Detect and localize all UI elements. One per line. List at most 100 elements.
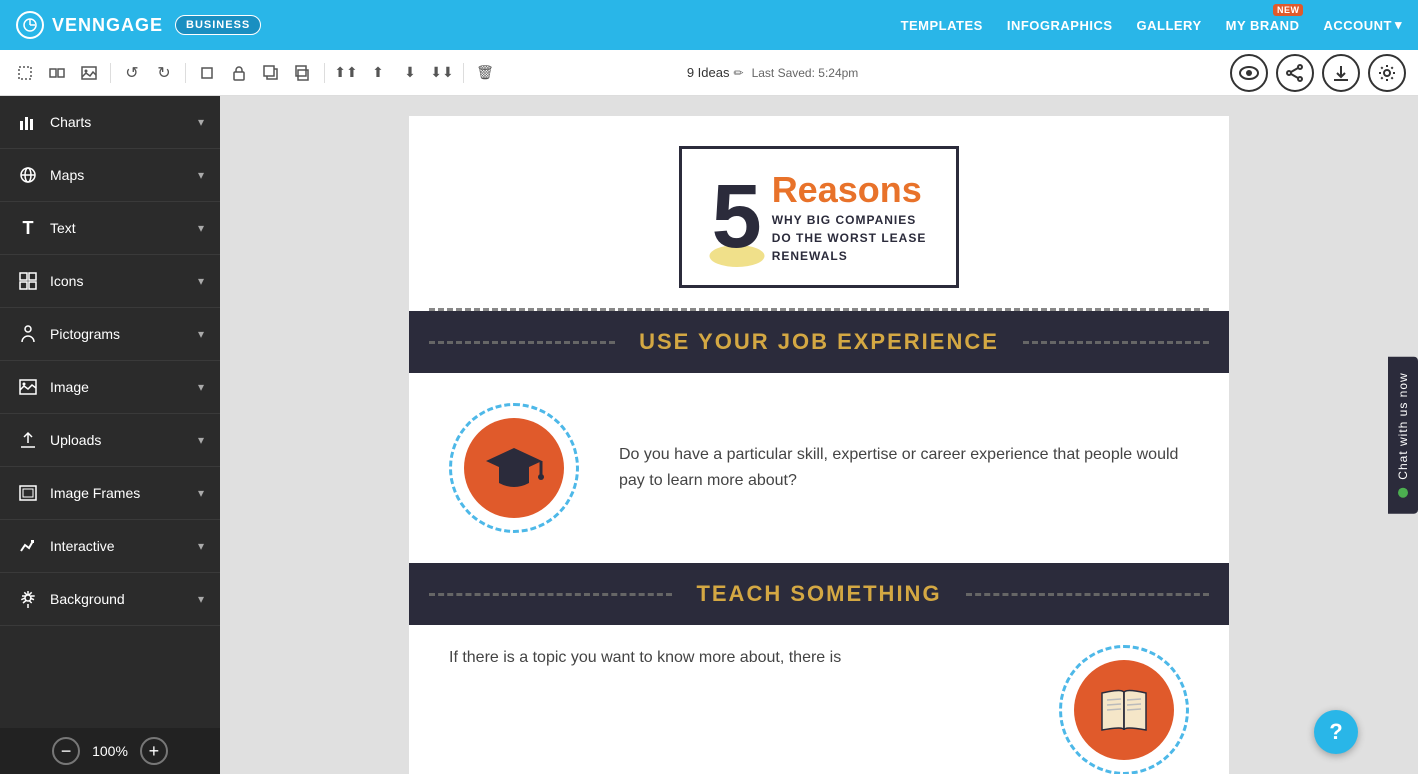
toolbar-separator3 xyxy=(324,63,325,83)
section2-text-area: If there is a topic you want to know mor… xyxy=(449,645,1019,671)
toolbar-separator xyxy=(110,63,111,83)
uploads-icon xyxy=(16,428,40,452)
lock-btn[interactable] xyxy=(226,60,252,86)
uploads-label: Uploads xyxy=(50,432,198,448)
sidebar-item-uploads[interactable]: Uploads ▾ xyxy=(0,414,220,467)
banner1-dash-left xyxy=(429,341,615,344)
business-badge[interactable]: BUSINESS xyxy=(175,15,261,35)
title-section: 5 Reasons WHY BIG COMPANIES DO THE WORST… xyxy=(409,116,1229,308)
icons-label: Icons xyxy=(50,273,198,289)
subtitle-line3: RENEWALS xyxy=(772,247,927,265)
group-btn[interactable] xyxy=(44,60,70,86)
interactive-label: Interactive xyxy=(50,538,198,554)
banner1-title: USE YOUR JOB EXPERIENCE xyxy=(615,329,1023,355)
text-label: Text xyxy=(50,220,198,236)
sidebar-item-maps[interactable]: Maps ▾ xyxy=(0,149,220,202)
delete-btn[interactable]: 🗑 xyxy=(472,60,498,86)
sidebar-item-pictograms[interactable]: Pictograms ▾ xyxy=(0,308,220,361)
background-chevron-icon: ▾ xyxy=(198,592,204,606)
settings-btn[interactable] xyxy=(1368,54,1406,92)
grad-cap-circle-inner xyxy=(464,418,564,518)
sidebar-item-icons[interactable]: Icons ▾ xyxy=(0,255,220,308)
interactive-icon xyxy=(16,534,40,558)
sidebar-item-text[interactable]: T Text ▾ xyxy=(0,202,220,255)
nav-templates[interactable]: TEMPLATES xyxy=(901,18,983,33)
chat-widget[interactable]: Chat with us now xyxy=(1388,356,1418,513)
duplicate-btn[interactable] xyxy=(258,60,284,86)
move-down-btn[interactable]: ⬇ xyxy=(397,60,423,86)
sidebar-item-image[interactable]: Image ▾ xyxy=(0,361,220,414)
chat-widget-label: Chat with us now xyxy=(1396,372,1410,479)
sidebar-wrapper: Charts ▾ Maps ▾ T Text ▾ Icons ▾ xyxy=(0,96,220,774)
toolbar-separator2 xyxy=(185,63,186,83)
sidebar: Charts ▾ Maps ▾ T Text ▾ Icons ▾ xyxy=(0,96,220,728)
canvas-scroll[interactable]: 5 Reasons WHY BIG COMPANIES DO THE WORST… xyxy=(220,96,1418,774)
banner-teach-something: TEACH SOMETHING xyxy=(409,563,1229,625)
book-icon-svg xyxy=(1097,688,1152,733)
nav-infographics[interactable]: INFOGRAPHICS xyxy=(1007,18,1113,33)
subtitle-text: WHY BIG COMPANIES DO THE WORST LEASE REN… xyxy=(772,211,927,265)
share-btn[interactable] xyxy=(1276,54,1314,92)
subtitle-line2: DO THE WORST LEASE xyxy=(772,229,927,247)
background-icon xyxy=(16,587,40,611)
image-frames-label: Image Frames xyxy=(50,485,198,501)
select-tool-btn[interactable] xyxy=(12,60,38,86)
sidebar-item-interactive[interactable]: Interactive ▾ xyxy=(0,520,220,573)
infographic-canvas: 5 Reasons WHY BIG COMPANIES DO THE WORST… xyxy=(409,116,1229,754)
chat-online-dot xyxy=(1398,488,1408,498)
book-circle-outer xyxy=(1059,645,1189,774)
toolbar-center-info: 9 Ideas ✏ Last Saved: 5:24pm xyxy=(687,65,858,80)
grad-cap-svg xyxy=(484,443,544,493)
maps-label: Maps xyxy=(50,167,198,183)
pictograms-icon xyxy=(16,322,40,346)
help-button[interactable]: ? xyxy=(1314,710,1358,754)
uploads-chevron-icon: ▾ xyxy=(198,433,204,447)
undo-btn[interactable]: ↺ xyxy=(119,60,145,86)
toolbar-separator4 xyxy=(463,63,464,83)
image-chevron-icon: ▾ xyxy=(198,380,204,394)
subtitle-line1: WHY BIG COMPANIES xyxy=(772,211,927,229)
canvas-area: 5 Reasons WHY BIG COMPANIES DO THE WORST… xyxy=(220,96,1418,774)
zoom-bar: − 100% + xyxy=(0,728,220,774)
preview-btn[interactable] xyxy=(1230,54,1268,92)
sidebar-item-image-frames[interactable]: Image Frames ▾ xyxy=(0,467,220,520)
image-frames-icon xyxy=(16,481,40,505)
zoom-out-btn[interactable]: − xyxy=(52,737,80,765)
sidebar-item-charts[interactable]: Charts ▾ xyxy=(0,96,220,149)
nav-mybrand[interactable]: NEW MY BRAND xyxy=(1226,18,1300,33)
move-bottom-btn[interactable]: ⬇⬇ xyxy=(429,60,455,86)
nav-account[interactable]: ACCOUNT ▾ xyxy=(1323,17,1402,33)
toolbar-right-actions xyxy=(1230,54,1406,92)
charts-chevron-icon: ▾ xyxy=(198,115,204,129)
redo-btn[interactable]: ↻ xyxy=(151,60,177,86)
download-btn[interactable] xyxy=(1322,54,1360,92)
crop-btn[interactable] xyxy=(194,60,220,86)
maps-icon xyxy=(16,163,40,187)
image-btn[interactable] xyxy=(76,60,102,86)
nav-gallery[interactable]: GALLERY xyxy=(1137,18,1202,33)
charts-icon xyxy=(16,110,40,134)
account-chevron-icon: ▾ xyxy=(1395,17,1402,33)
interactive-chevron-icon: ▾ xyxy=(198,539,204,553)
sidebar-item-background[interactable]: Background ▾ xyxy=(0,573,220,626)
ideas-label: 9 Ideas xyxy=(687,65,730,80)
edit-ideas-icon[interactable]: ✏ xyxy=(734,66,744,80)
move-top-btn[interactable]: ⬆⬆ xyxy=(333,60,359,86)
zoom-in-btn[interactable]: + xyxy=(140,737,168,765)
section2-text: If there is a topic you want to know mor… xyxy=(449,645,1019,671)
logo-text: VENNGAGE xyxy=(52,15,163,36)
big-number-area: 5 xyxy=(712,172,762,262)
toolbar: ↺ ↻ ⬆⬆ ⬆ ⬇ ⬇⬇ 🗑 9 Ideas ✏ Last Saved: 5:… xyxy=(0,50,1418,96)
move-up-btn[interactable]: ⬆ xyxy=(365,60,391,86)
zoom-level-text: 100% xyxy=(92,743,128,759)
ideas-count: 9 Ideas ✏ xyxy=(687,65,744,80)
icons-sidebar-icon xyxy=(16,269,40,293)
image-label: Image xyxy=(50,379,198,395)
big-5-number: 5 xyxy=(712,167,762,267)
text-icon: T xyxy=(16,216,40,240)
banner1-dash-right xyxy=(1023,341,1209,344)
charts-label: Charts xyxy=(50,114,198,130)
banner-job-experience: USE YOUR JOB EXPERIENCE xyxy=(409,311,1229,373)
copy-btn[interactable] xyxy=(290,60,316,86)
logo-icon xyxy=(16,11,44,39)
